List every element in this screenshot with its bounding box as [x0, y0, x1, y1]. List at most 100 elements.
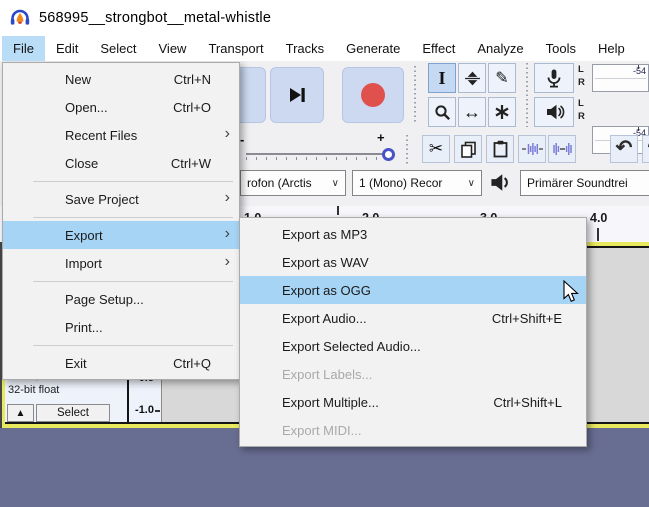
menu-item-shortcut: Ctrl+Q: [173, 356, 229, 371]
speed-slider-track[interactable]: [246, 153, 388, 155]
envelope-tool-icon: [464, 70, 481, 87]
draw-tool-button[interactable]: ✎: [488, 63, 516, 93]
menubar-item-view[interactable]: View: [148, 36, 198, 61]
menu-item-export-audio[interactable]: Export Audio... Ctrl+Shift+E: [240, 304, 586, 332]
menubar-item-transport[interactable]: Transport: [197, 36, 274, 61]
copy-icon: [460, 141, 477, 158]
menubar-item-select[interactable]: Select: [89, 36, 147, 61]
recording-meter-button[interactable]: [534, 63, 574, 93]
meter-label-l: L: [578, 65, 585, 75]
menu-item-save-project[interactable]: Save Project ›: [3, 185, 239, 213]
toolbar-grip[interactable]: [404, 135, 410, 165]
copy-button[interactable]: [454, 135, 482, 163]
recording-channels-combo[interactable]: 1 (Mono) Recor ∨: [352, 170, 482, 196]
menubar-item-edit[interactable]: Edit: [45, 36, 89, 61]
menu-item-label: New: [65, 72, 91, 87]
menu-item-close[interactable]: Close Ctrl+W: [3, 149, 239, 177]
meter-divider: [595, 78, 646, 79]
submenu-arrow-icon: ›: [225, 189, 230, 207]
chevron-down-icon: ∨: [462, 178, 475, 189]
silence-audio-button[interactable]: [548, 135, 576, 163]
menu-item-recent-files[interactable]: Recent Files ›: [3, 121, 239, 149]
zoom-tool-icon: [434, 104, 451, 121]
menu-item-export[interactable]: Export ›: [3, 221, 239, 249]
timeshift-tool-icon: ↔: [463, 102, 481, 123]
titlebar: 568995__strongbot__metal-whistle: [0, 0, 649, 36]
skip-to-end-button[interactable]: [270, 67, 324, 123]
recording-device-combo[interactable]: rofon (Arctis ∨: [240, 170, 346, 196]
menubar-item-help[interactable]: Help: [587, 36, 636, 61]
menu-item-label: Open...: [65, 100, 108, 115]
menu-item-import[interactable]: Import ›: [3, 249, 239, 277]
chevron-down-icon: ∨: [326, 178, 339, 189]
menu-item-export-labels: Export Labels...: [240, 360, 586, 388]
menu-item-shortcut: Ctrl+Shift+E: [492, 311, 576, 326]
selection-tool-icon: I: [438, 68, 445, 89]
zoom-tool-button[interactable]: [428, 97, 456, 127]
menu-item-open[interactable]: Open... Ctrl+O: [3, 93, 239, 121]
track-select-button[interactable]: Select: [36, 404, 110, 422]
menu-item-label: Page Setup...: [65, 292, 144, 307]
playback-device-combo[interactable]: Primärer Soundtrei: [520, 170, 649, 196]
menu-item-shortcut: Ctrl+O: [173, 100, 229, 115]
menu-item-export-as-wav[interactable]: Export as WAV: [240, 248, 586, 276]
collapse-track-icon: ▲: [16, 408, 26, 419]
timeline-tick: [597, 228, 599, 241]
collapse-track-button[interactable]: ▲: [7, 404, 34, 422]
playback-meter-channel-labels: L R: [578, 99, 585, 122]
menubar-item-file[interactable]: File: [2, 36, 45, 61]
menubar-item-effect[interactable]: Effect: [411, 36, 466, 61]
timeshift-tool-button[interactable]: ↔: [458, 97, 486, 127]
slider-minus-label: -: [240, 132, 244, 147]
recording-meter[interactable]: -54: [592, 64, 649, 92]
multi-tool-button[interactable]: [488, 97, 516, 127]
envelope-tool-button[interactable]: [458, 63, 486, 93]
record-button[interactable]: [342, 67, 404, 123]
meter-db-value: -54: [633, 66, 646, 76]
menu-separator: [33, 181, 233, 182]
file-menu: New Ctrl+N Open... Ctrl+O Recent Files ›…: [2, 62, 240, 380]
menu-item-page-setup[interactable]: Page Setup...: [3, 285, 239, 313]
submenu-arrow-icon: ›: [225, 225, 230, 243]
menu-item-label: Exit: [65, 356, 87, 371]
playback-speaker-icon: [488, 171, 512, 199]
menubar-item-generate[interactable]: Generate: [335, 36, 411, 61]
record-icon: [361, 83, 385, 107]
menu-item-label: Print...: [65, 320, 103, 335]
menu-item-export-as-ogg[interactable]: Export as OGG: [240, 276, 586, 304]
menu-item-exit[interactable]: Exit Ctrl+Q: [3, 349, 239, 377]
speed-slider-thumb[interactable]: [382, 148, 395, 161]
menu-item-new[interactable]: New Ctrl+N: [3, 65, 239, 93]
speed-slider-ticks: [246, 157, 388, 160]
paste-button[interactable]: [486, 135, 514, 163]
playback-device-value: Primärer Soundtrei: [527, 176, 628, 190]
recording-channels-value: 1 (Mono) Recor: [359, 176, 442, 190]
menu-item-export-as-mp3[interactable]: Export as MP3: [240, 220, 586, 248]
menubar-item-tracks[interactable]: Tracks: [275, 36, 336, 61]
menu-item-label: Save Project: [65, 192, 139, 207]
silence-audio-icon: [552, 141, 573, 157]
track-format-line2: 32-bit float: [8, 384, 59, 396]
menu-item-label: Recent Files: [65, 128, 137, 143]
cut-button[interactable]: ✂: [422, 135, 450, 163]
redo-button[interactable]: ↷: [642, 135, 649, 163]
menubar-item-analyze[interactable]: Analyze: [466, 36, 534, 61]
menu-item-export-selected-audio[interactable]: Export Selected Audio...: [240, 332, 586, 360]
menu-item-print[interactable]: Print...: [3, 313, 239, 341]
selection-tool-button[interactable]: I: [428, 63, 456, 93]
menubar-item-tools[interactable]: Tools: [535, 36, 587, 61]
menu-item-export-multiple[interactable]: Export Multiple... Ctrl+Shift+L: [240, 388, 586, 416]
trim-audio-button[interactable]: [518, 135, 546, 163]
paste-icon: [492, 140, 509, 158]
undo-button[interactable]: ↶: [610, 135, 638, 163]
toolbar-grip[interactable]: [412, 66, 418, 124]
playhead-marker: [337, 206, 339, 215]
audacity-window: { "titlebar": { "title": "568995__strong…: [0, 0, 649, 507]
speaker-icon: [544, 102, 565, 122]
menu-separator: [33, 217, 233, 218]
toolbar-grip[interactable]: [524, 63, 530, 127]
menu-item-label: Export Multiple...: [282, 395, 379, 410]
menu-item-label: Import: [65, 256, 102, 271]
draw-tool-icon: ✎: [495, 68, 508, 88]
playback-meter-button[interactable]: [534, 97, 574, 127]
